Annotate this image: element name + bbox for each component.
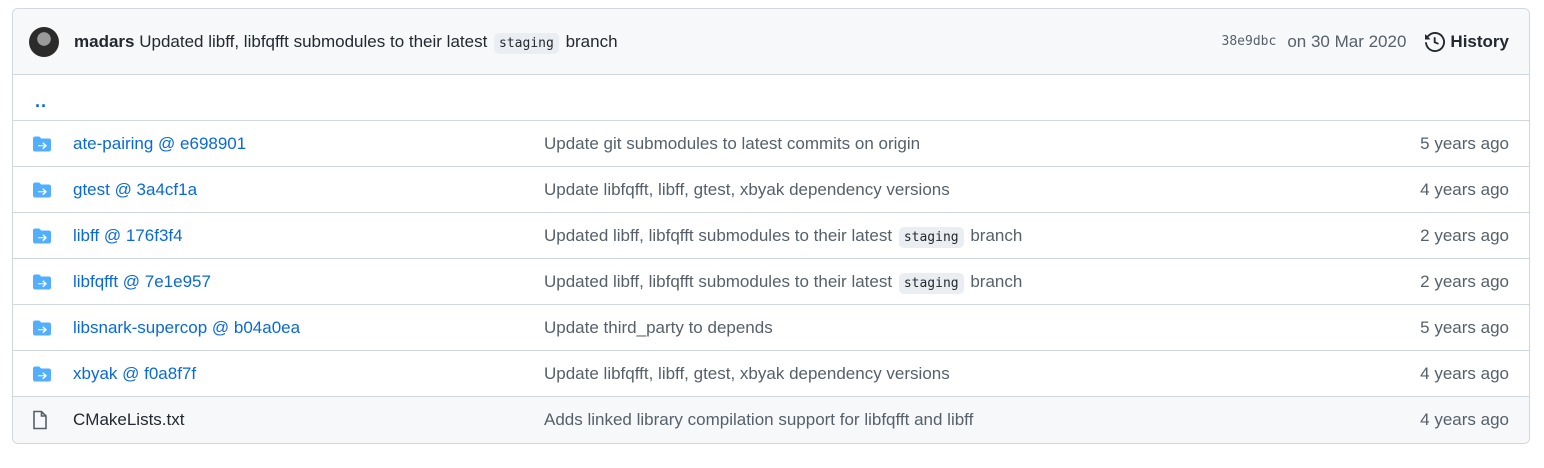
file-name-link[interactable]: CMakeLists.txt	[73, 410, 184, 429]
submodule-folder-icon	[33, 274, 51, 289]
row-name-cell: CMakeLists.txt	[73, 410, 544, 430]
commit-sha[interactable]: 38e9dbc	[1222, 34, 1277, 49]
row-name-cell: libfqfft @ 7e1e957	[73, 272, 544, 292]
parent-dir-row[interactable]: ..	[13, 75, 1529, 121]
submodule-folder-icon	[33, 366, 51, 381]
submodule-folder-icon	[33, 228, 51, 243]
row-age: 4 years ago	[1420, 363, 1509, 383]
row-name-cell: libsnark-supercop @ b04a0ea	[73, 318, 544, 338]
latest-commit-message: madars Updated libff, libfqfft submodule…	[74, 32, 618, 54]
latest-commit-bar: madars Updated libff, libfqfft submodule…	[13, 9, 1529, 75]
history-label: History	[1450, 31, 1509, 51]
row-commit-message[interactable]: Updated libff, libfqfft submodules to th…	[544, 272, 1420, 294]
row-commit-suffix[interactable]: branch	[970, 226, 1022, 245]
row-commit-text[interactable]: Update libfqfft, libff, gtest, xbyak dep…	[544, 364, 950, 383]
avatar[interactable]	[29, 26, 59, 57]
row-age: 4 years ago	[1420, 179, 1509, 199]
row-name-cell: libff @ 176f3f4	[73, 226, 544, 246]
row-icon	[13, 181, 73, 199]
file-list: ate-pairing @ e698901 Update git submodul…	[13, 121, 1529, 443]
row-icon	[13, 273, 73, 291]
table-row[interactable]: xbyak @ f0a8f7f Update libfqfft, libff, g…	[13, 351, 1529, 397]
row-commit-code: staging	[898, 272, 964, 294]
row-commit-message[interactable]: Updated libff, libfqfft submodules to th…	[544, 226, 1420, 248]
row-commit-text[interactable]: Update git submodules to latest commits …	[544, 134, 920, 153]
row-commit-text[interactable]: Update libfqfft, libff, gtest, xbyak dep…	[544, 180, 950, 199]
history-icon	[1425, 31, 1446, 52]
parent-dir-link[interactable]: ..	[35, 91, 47, 112]
row-icon	[13, 227, 73, 245]
file-icon	[33, 410, 47, 430]
row-age: 5 years ago	[1420, 133, 1509, 153]
commit-author[interactable]: madars	[74, 32, 134, 51]
table-row[interactable]: libsnark-supercop @ b04a0ea Update third_…	[13, 305, 1529, 351]
file-browser: madars Updated libff, libfqfft submodule…	[12, 8, 1530, 444]
submodule-folder-icon	[33, 182, 51, 197]
submodule-link[interactable]: libff @ 176f3f4	[73, 226, 183, 245]
commit-date: on 30 Mar 2020	[1287, 31, 1407, 51]
row-commit-code: staging	[898, 226, 964, 248]
row-commit-text[interactable]: Updated libff, libfqfft submodules to th…	[544, 272, 892, 291]
row-icon	[13, 135, 73, 153]
row-commit-text[interactable]: Update third_party to depends	[544, 318, 773, 337]
row-commit-message[interactable]: Update third_party to depends	[544, 318, 1420, 338]
submodule-link[interactable]: gtest @ 3a4cf1a	[73, 180, 197, 199]
submodule-link[interactable]: ate-pairing @ e698901	[73, 134, 246, 153]
submodule-folder-icon	[33, 136, 51, 151]
table-row[interactable]: ate-pairing @ e698901 Update git submodul…	[13, 121, 1529, 167]
table-row[interactable]: libfqfft @ 7e1e957 Updated libff, libfqff…	[13, 259, 1529, 305]
row-commit-suffix[interactable]: branch	[970, 272, 1022, 291]
table-row[interactable]: libff @ 176f3f4 Updated libff, libfqfft s…	[13, 213, 1529, 259]
row-commit-message[interactable]: Update git submodules to latest commits …	[544, 134, 1420, 154]
submodule-link[interactable]: xbyak @ f0a8f7f	[73, 364, 196, 383]
row-commit-text[interactable]: Updated libff, libfqfft submodules to th…	[544, 226, 892, 245]
row-commit-message[interactable]: Adds linked library compilation support …	[544, 410, 1420, 430]
row-commit-message[interactable]: Update libfqfft, libff, gtest, xbyak dep…	[544, 180, 1420, 200]
row-icon	[13, 365, 73, 383]
row-age: 4 years ago	[1420, 410, 1509, 429]
row-commit-message[interactable]: Update libfqfft, libff, gtest, xbyak dep…	[544, 364, 1420, 384]
submodule-link[interactable]: libfqfft @ 7e1e957	[73, 272, 211, 291]
row-icon	[13, 319, 73, 337]
row-name-cell: xbyak @ f0a8f7f	[73, 364, 544, 384]
row-icon	[13, 410, 73, 430]
row-age: 2 years ago	[1420, 225, 1509, 245]
submodule-folder-icon	[33, 320, 51, 335]
row-commit-text[interactable]: Adds linked library compilation support …	[544, 410, 973, 429]
commit-message-suffix[interactable]: branch	[566, 32, 618, 51]
row-age: 5 years ago	[1420, 317, 1509, 337]
history-button[interactable]: History	[1425, 32, 1509, 52]
table-row[interactable]: gtest @ 3a4cf1a Update libfqfft, libff, g…	[13, 167, 1529, 213]
commit-message-text[interactable]: Updated libff, libfqfft submodules to th…	[139, 32, 487, 51]
table-row[interactable]: CMakeLists.txt Adds linked library compil…	[13, 397, 1529, 443]
row-name-cell: gtest @ 3a4cf1a	[73, 180, 544, 200]
row-name-cell: ate-pairing @ e698901	[73, 134, 544, 154]
commit-branch-code: staging	[494, 32, 559, 54]
row-age: 2 years ago	[1420, 271, 1509, 291]
submodule-link[interactable]: libsnark-supercop @ b04a0ea	[73, 318, 300, 337]
